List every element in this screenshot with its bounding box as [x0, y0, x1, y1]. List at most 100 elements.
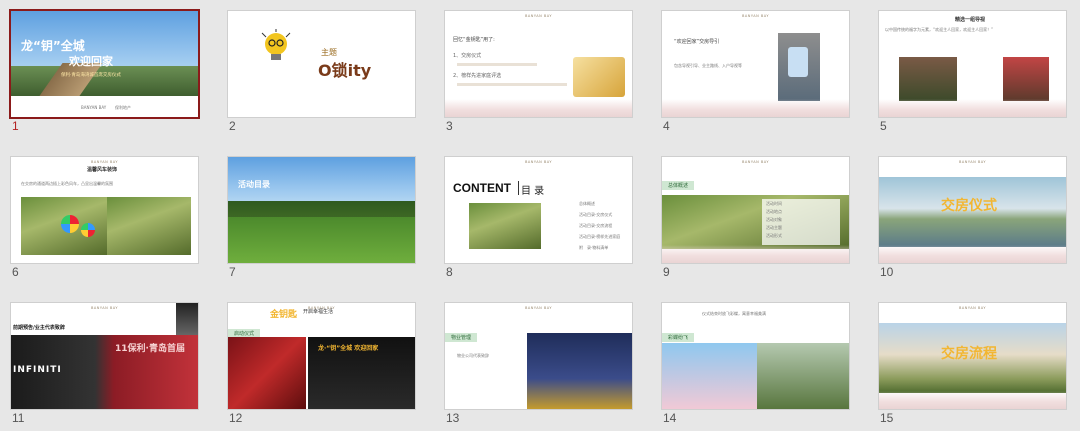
slide-thumbnail-12[interactable]: BANYAN BAY 金钥匙 开启幸福生活 启动仪式 龙·“钥”全城 欢迎回家 …	[228, 303, 415, 428]
slide-number: 13	[446, 411, 460, 425]
lightbulb-key-icon	[258, 29, 294, 65]
slide-6-photo-pinwheels	[21, 197, 107, 255]
slide-11-canvas: BANYAN BAY 前期预告/业主代表致辞 INFINITI 11保利·青岛首…	[11, 303, 198, 409]
slide-3-canvas: BANYAN BAY 回忆“金钥匙”用了: 1、交房仪式 2、榜样先进家庭评选	[445, 11, 632, 117]
slide-thumbnail-1[interactable]: 龙“钥”全城 欢迎回家 保利·青岛海湾城首席交房仪式 BANYAN BAY 保利…	[11, 11, 198, 136]
slide-5-canvas: 精选一组导视 以中国传统的福字为元素，“欢迎主人回家，欢迎主人回家！”	[879, 11, 1066, 117]
slide-number: 8	[446, 265, 453, 279]
slide-thumbnail-6[interactable]: BANYAN BAY 温馨风车装饰 在交房的通道两边插上彩色风车，凸显出温馨的氛…	[11, 157, 198, 282]
slide-8-photo	[469, 203, 541, 249]
slide-number: 9	[663, 265, 670, 279]
slide-3-item-1: 1、交房仪式	[453, 53, 482, 59]
slide-thumbnail-14[interactable]: 仪式结束时放飞彩蝶，寓意幸福美满 彩蝶纷飞 14	[662, 303, 849, 428]
slide-4-photo	[778, 33, 820, 101]
slide-number: 2	[229, 119, 236, 133]
slide-6-logo: BANYAN BAY	[90, 160, 119, 164]
slide-number: 6	[12, 265, 19, 279]
slide-number: 5	[880, 119, 887, 133]
slide-number: 14	[663, 411, 677, 425]
slide-sorter-grid: 龙“钥”全城 欢迎回家 保利·青岛海湾城首席交房仪式 BANYAN BAY 保利…	[0, 0, 1080, 431]
slide-9-logo: BANYAN BAY	[741, 160, 770, 164]
slide-13-body: 物业公司代表致辞	[457, 353, 489, 358]
slide-4-heading: “欢迎回家”交房导引	[674, 39, 720, 45]
slide-8-title-cn: 目 录	[521, 186, 545, 197]
slide-5-photo-right	[1003, 57, 1049, 101]
slide-4-footer	[662, 99, 849, 117]
slide-8-toc-4: 活动目录·榜样先进家庭	[579, 234, 621, 239]
slide-3-item-2: 2、榜样先进家庭评选	[453, 73, 502, 79]
slide-9-line-3: 活动对象	[766, 217, 782, 222]
slide-6-body: 在交房的通道两边插上彩色风车，凸显出温馨的氛围	[21, 181, 113, 186]
slide-9-line-5: 活动形式	[766, 233, 782, 238]
slide-8-canvas: BANYAN BAY CONTENT 目 录 总体概述 活动目录·交房仪式 活动…	[445, 157, 632, 263]
slide-7-tag: 活动目录	[238, 180, 270, 189]
slide-8-toc-2: 活动目录·交房仪式	[579, 212, 613, 217]
slide-thumbnail-13[interactable]: BANYAN BAY 物业管理 物业公司代表致辞 13	[445, 303, 632, 428]
slide-11-banner: 11保利·青岛首届	[115, 344, 185, 354]
slide-thumbnail-2[interactable]: 主题 O锁ity 2	[228, 11, 415, 136]
slide-14-photo-girl	[757, 343, 849, 409]
slide-15-canvas: BANYAN BAY 交房流程	[879, 303, 1066, 409]
slide-thumbnail-4[interactable]: BANYAN BAY “欢迎回家”交房导引 包含导视引导、业主路线、入户导视等 …	[662, 11, 849, 136]
slide-9-canvas: BANYAN BAY 总体概述 活动时间 活动地点 活动对象 活动主题 活动形式	[662, 157, 849, 263]
slide-11-brand: INFINITI	[13, 365, 62, 375]
slide-thumbnail-11[interactable]: BANYAN BAY 前期预告/业主代表致辞 INFINITI 11保利·青岛首…	[11, 303, 198, 428]
slide-11-logo: BANYAN BAY	[90, 306, 119, 310]
slide-3-heading: 回忆“金钥匙”用了:	[453, 37, 495, 43]
slide-7-canvas: 活动目录	[228, 157, 415, 263]
slide-number: 4	[663, 119, 670, 133]
slide-1-title-line1: 龙“钥”全城	[21, 39, 85, 53]
slide-8-toc-5: 附 录·物料清单	[579, 245, 609, 250]
slide-number: 12	[229, 411, 243, 425]
slide-1-title-line2: 欢迎回家	[69, 55, 113, 68]
slide-15-logo: BANYAN BAY	[958, 306, 987, 310]
slide-number: 10	[880, 265, 894, 279]
slide-13-canvas: BANYAN BAY 物业管理 物业公司代表致辞	[445, 303, 632, 409]
slide-number: 15	[880, 411, 894, 425]
slide-thumbnail-7[interactable]: 活动目录 7	[228, 157, 415, 282]
slide-15-title: 交房流程	[941, 346, 997, 362]
slide-10-canvas: BANYAN BAY 交房仪式	[879, 157, 1066, 263]
slide-5-heading: 精选一组导视	[955, 17, 986, 23]
slide-9-line-1: 活动时间	[766, 201, 782, 206]
slide-15-footer	[879, 391, 1066, 409]
slide-1-footer-brand: 保利地产	[115, 105, 131, 110]
slide-8-toc-1: 总体概述	[579, 201, 595, 206]
slide-14-photo-butterflies	[662, 343, 757, 409]
slide-8-toc-3: 活动目录·交房流程	[579, 223, 613, 228]
slide-thumbnail-5[interactable]: 精选一组导视 以中国传统的福字为元素，“欢迎主人回家，欢迎主人回家！” 5	[879, 11, 1066, 136]
slide-6-photo-child	[107, 197, 191, 255]
slide-13-photo	[527, 333, 632, 409]
slide-4-canvas: BANYAN BAY “欢迎回家”交房导引 包含导视引导、业主路线、入户导视等	[662, 11, 849, 117]
slide-number: 1	[12, 119, 19, 133]
slide-12-heading: 金钥匙	[270, 310, 298, 320]
slide-12-panel-text: 龙·“钥”全城 欢迎回家	[318, 345, 379, 352]
slide-5-footer	[879, 99, 1066, 117]
slide-thumbnail-15[interactable]: BANYAN BAY 交房流程 15	[879, 303, 1066, 428]
slide-5-body: 以中国传统的福字为元素，“欢迎主人回家，欢迎主人回家！”	[885, 27, 994, 32]
slide-9-line-2: 活动地点	[766, 209, 782, 214]
slide-2-big-text: O锁ity	[318, 61, 372, 80]
slide-14-canvas: 仪式结束时放飞彩蝶，寓意幸福美满 彩蝶纷飞	[662, 303, 849, 409]
slide-thumbnail-10[interactable]: BANYAN BAY 交房仪式 10	[879, 157, 1066, 282]
slide-9-line-4: 活动主题	[766, 225, 782, 230]
slide-11-mic-photo	[176, 303, 198, 335]
slide-4-logo: BANYAN BAY	[741, 14, 770, 18]
slide-thumbnail-9[interactable]: BANYAN BAY 总体概述 活动时间 活动地点 活动对象 活动主题 活动形式…	[662, 157, 849, 282]
slide-13-tag: 物业管理	[445, 333, 478, 342]
slide-14-body: 仪式结束时放飞彩蝶，寓意幸福美满	[702, 311, 766, 316]
slide-9-tag: 总体概述	[662, 181, 695, 190]
slide-number: 3	[446, 119, 453, 133]
slide-number: 7	[229, 265, 236, 279]
slide-14-tag: 彩蝶纷飞	[662, 333, 695, 342]
slide-2-canvas: 主题 O锁ity	[228, 11, 415, 117]
slide-10-logo: BANYAN BAY	[958, 160, 987, 164]
slide-10-footer	[879, 245, 1066, 263]
slide-thumbnail-8[interactable]: BANYAN BAY CONTENT 目 录 总体概述 活动目录·交房仪式 活动…	[445, 157, 632, 282]
slide-thumbnail-3[interactable]: BANYAN BAY 回忆“金钥匙”用了: 1、交房仪式 2、榜样先进家庭评选 …	[445, 11, 632, 136]
slide-5-photo-left	[899, 57, 957, 101]
slide-9-footer	[662, 245, 849, 263]
slide-3-logo: BANYAN BAY	[524, 14, 553, 18]
golden-key-icon	[573, 57, 625, 97]
slide-1-footer-logo: BANYAN BAY	[81, 105, 107, 110]
